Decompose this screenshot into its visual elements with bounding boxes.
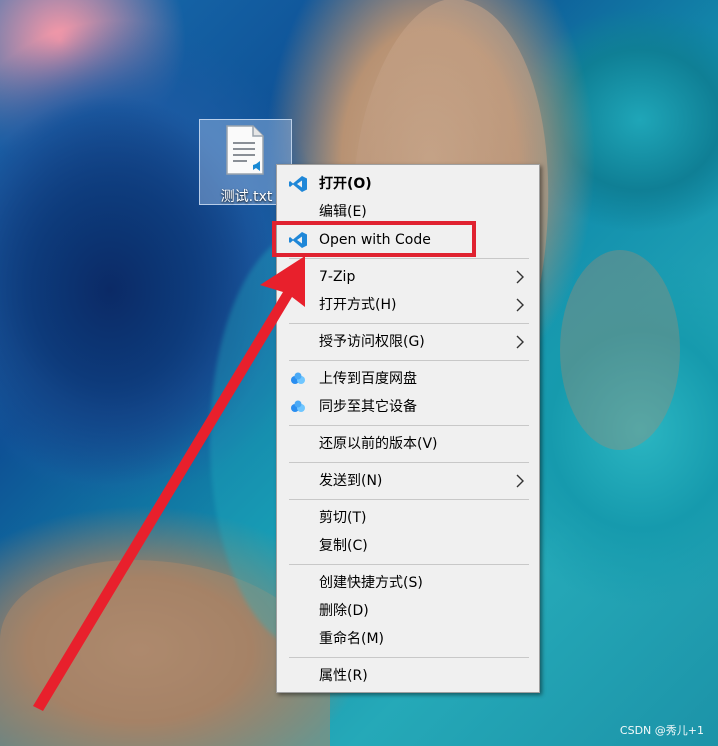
watermark-text: CSDN @秀儿+1 [619, 724, 704, 737]
annotation-arrow [33, 256, 305, 711]
